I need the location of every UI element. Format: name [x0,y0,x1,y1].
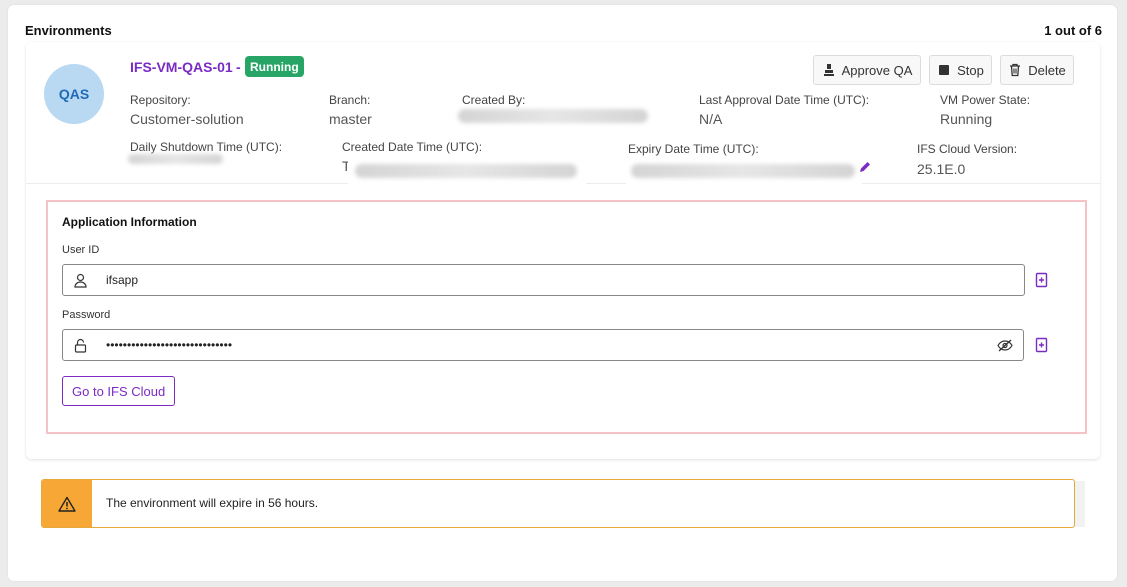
eye-off-icon[interactable] [997,338,1013,353]
go-to-ifs-cloud-button[interactable]: Go to IFS Cloud [62,376,176,406]
password-field[interactable]: •••••••••••••••••••••••••••••• [62,329,1024,361]
repository-label: Repository: [130,93,191,107]
last-approval-value: N/A [699,111,723,127]
delete-button[interactable]: Delete [1000,55,1074,85]
warning-icon [58,496,76,512]
pencil-icon[interactable] [858,160,872,174]
warning-text: The environment will expire in 56 hours. [106,496,319,510]
expiry-date-redacted [631,164,855,178]
created-by-label: Created By: [462,93,526,107]
vm-power-state-value: Running [940,111,993,127]
stop-icon [939,65,950,75]
status-badge: Running [245,56,304,77]
environment-name: IFS-VM-QAS-01 [130,59,233,75]
lock-icon [74,338,87,353]
warning-icon-area [42,480,92,527]
name-separator: - [236,59,241,75]
created-date-redacted [355,164,577,178]
environment-count: 1 out of 6 [1044,23,1102,38]
environment-avatar: QAS [44,64,104,124]
stamp-icon [823,64,834,76]
stop-button[interactable]: Stop [929,55,992,85]
repository-value: Customer-solution [130,111,244,127]
ifs-cloud-version-value: 25.1E.0 [917,161,966,177]
trash-icon [1010,63,1021,77]
application-info-panel [46,200,1087,434]
user-id-label: User ID [62,244,100,256]
created-by-redacted [458,109,648,123]
stop-label: Stop [957,62,984,78]
warning-shadow [1075,481,1085,527]
expiry-warning: The environment will expire in 56 hours. [41,479,1075,528]
password-label: Password [62,309,111,321]
created-date-label: Created Date Time (UTC): [342,140,483,154]
user-id-field[interactable]: ifsapp [62,264,1025,296]
password-value: •••••••••••••••••••••••••••••• [106,338,233,352]
user-id-value: ifsapp [106,273,139,287]
page-title: Environments [25,23,112,38]
approve-qa-button[interactable]: Approve QA [813,55,921,85]
daily-shutdown-redacted [128,154,223,164]
branch-value: master [329,111,372,127]
copy-icon[interactable] [1034,272,1049,288]
application-info-title: Application Information [62,215,197,229]
vm-power-state-label: VM Power State: [940,93,1031,107]
copy-icon[interactable] [1034,337,1049,353]
approve-qa-label: Approve QA [841,62,913,78]
last-approval-label: Last Approval Date Time (UTC): [699,93,870,107]
user-icon [74,273,87,288]
ifs-cloud-version-label: IFS Cloud Version: [917,142,1018,156]
expiry-date-label: Expiry Date Time (UTC): [628,142,759,156]
branch-label: Branch: [329,93,371,107]
daily-shutdown-label: Daily Shutdown Time (UTC): [130,140,283,154]
delete-label: Delete [1028,62,1066,78]
